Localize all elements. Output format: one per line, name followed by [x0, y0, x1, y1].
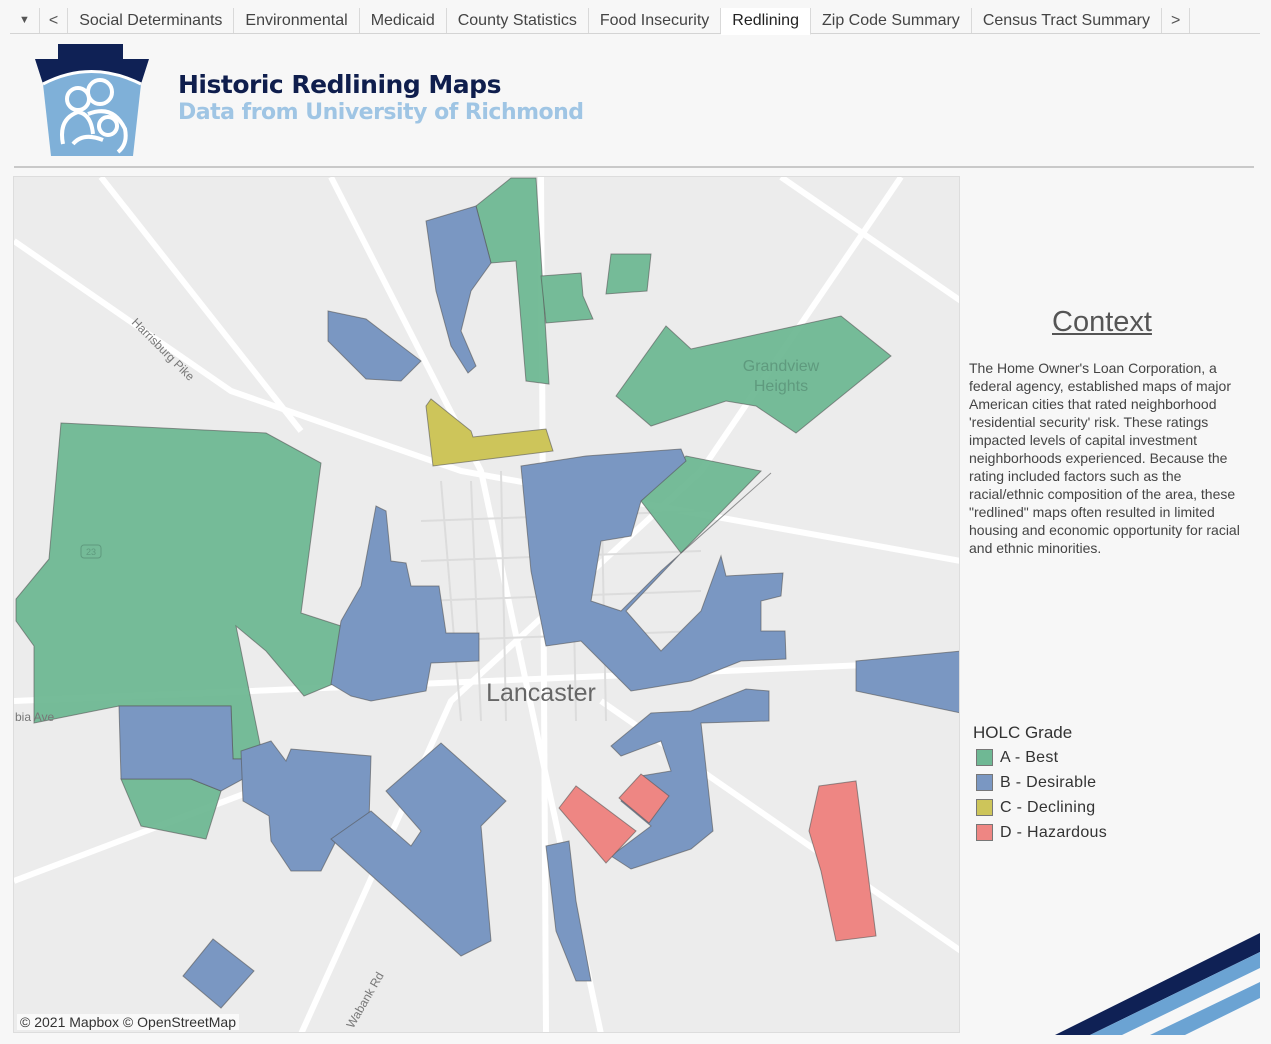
chevron-left-icon[interactable]: < [40, 8, 69, 33]
divider [14, 166, 1254, 168]
route-shield: 23 [86, 547, 96, 557]
redlining-map[interactable]: Lancaster Grandview Heights Harrisburg Pi… [13, 176, 960, 1033]
decorative-stripes [1055, 933, 1260, 1035]
tab-census-tract-summary[interactable]: Census Tract Summary [972, 8, 1162, 33]
road-label-ave: bia Ave [15, 710, 54, 724]
legend-item-c[interactable]: C - Declining [973, 795, 1107, 820]
holc-legend: HOLC Grade A - Best B - Desirable C - De… [973, 723, 1107, 845]
caret-down-icon[interactable]: ▼ [10, 8, 40, 33]
zone-b [182, 938, 255, 1009]
swatch [976, 824, 993, 841]
map-attribution[interactable]: © 2021 Mapbox © OpenStreetMap [17, 1014, 239, 1030]
tab-medicaid[interactable]: Medicaid [360, 8, 447, 33]
swatch [976, 799, 993, 816]
zone-a [475, 177, 550, 385]
zone-b [545, 840, 592, 982]
zone-a [605, 253, 652, 295]
keystone-logo [35, 44, 149, 156]
zone-b [425, 205, 492, 374]
context-body: The Home Owner's Loan Corporation, a fed… [969, 360, 1240, 556]
legend-item-d[interactable]: D - Hazardous [973, 820, 1107, 845]
road-label-harrisburg-pike: Harrisburg Pike [129, 315, 198, 384]
tab-food-insecurity[interactable]: Food Insecurity [589, 8, 722, 33]
legend-item-a[interactable]: A - Best [973, 745, 1107, 770]
swatch [976, 749, 993, 766]
zone-a [120, 778, 222, 840]
zone-c [425, 398, 554, 467]
legend-label: A - Best [1000, 748, 1059, 766]
tab-zip-code-summary[interactable]: Zip Code Summary [811, 8, 972, 33]
swatch [976, 774, 993, 791]
legend-label: D - Hazardous [1000, 823, 1108, 841]
legend-label: B - Desirable [1000, 773, 1097, 791]
context-title: Context [1052, 306, 1152, 338]
page-title: Historic Redlining Maps [178, 70, 501, 99]
legend-title: HOLC Grade [973, 723, 1073, 742]
page-subtitle: Data from University of Richmond [178, 100, 584, 125]
tab-bar: ▼ < Social Determinants Environmental Me… [10, 8, 1260, 35]
chevron-right-icon[interactable]: > [1162, 8, 1191, 33]
zone-b [610, 688, 770, 870]
legend-label: C - Declining [1000, 798, 1096, 816]
tab-environmental[interactable]: Environmental [234, 8, 360, 33]
legend-item-b[interactable]: B - Desirable [973, 770, 1107, 795]
city-label: Lancaster [486, 679, 596, 707]
tab-county-statistics[interactable]: County Statistics [447, 8, 589, 33]
zone-d [808, 780, 877, 942]
tab-redlining[interactable]: Redlining [721, 8, 811, 35]
road-label-wabank-rd: Wabank Rd [343, 970, 386, 1031]
zone-a [540, 272, 594, 324]
zone-b [855, 650, 959, 714]
tab-social-determinants[interactable]: Social Determinants [68, 8, 235, 33]
